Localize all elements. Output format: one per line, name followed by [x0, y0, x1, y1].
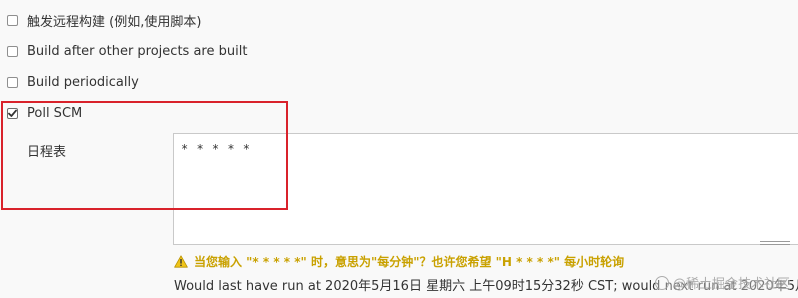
- poll-scm-checkbox[interactable]: [7, 107, 18, 119]
- schedule-textarea[interactable]: * * * * *: [173, 133, 798, 245]
- build-periodically-checkbox[interactable]: [7, 76, 18, 88]
- poll-scm-label: Poll SCM: [27, 105, 83, 121]
- build-after-other-projects-row[interactable]: Build after other projects are built: [7, 42, 247, 60]
- build-after-other-projects-label: Build after other projects are built: [27, 43, 248, 59]
- warning-text: 当您输入 "* * * * *" 时，意思为"每分钟"？也许您希望 "H * *…: [194, 255, 625, 269]
- schedule-label: 日程表: [27, 145, 67, 160]
- watermark: @稀土掘金技术社区: [654, 273, 790, 292]
- checkmark-icon: [8, 109, 17, 117]
- watermark-text: @稀土掘金技术社区: [672, 277, 790, 292]
- textarea-resize-handle[interactable]: [760, 241, 790, 245]
- schedule-warning: 当您输入 "* * * * *" 时，意思为"每分钟"？也许您希望 "H * *…: [174, 253, 624, 270]
- trigger-remote-build-row[interactable]: 触发远程构建 (例如,使用脚本): [7, 11, 202, 30]
- build-periodically-row[interactable]: Build periodically: [7, 73, 139, 91]
- build-periodically-label: Build periodically: [27, 74, 139, 90]
- trigger-remote-build-checkbox[interactable]: [7, 14, 18, 26]
- trigger-remote-build-label: 触发远程构建 (例如,使用脚本): [27, 14, 202, 30]
- build-after-other-projects-checkbox[interactable]: [7, 45, 18, 57]
- poll-scm-row[interactable]: Poll SCM: [7, 104, 82, 122]
- watermark-logo-icon: [654, 275, 669, 290]
- warning-icon: [174, 255, 188, 268]
